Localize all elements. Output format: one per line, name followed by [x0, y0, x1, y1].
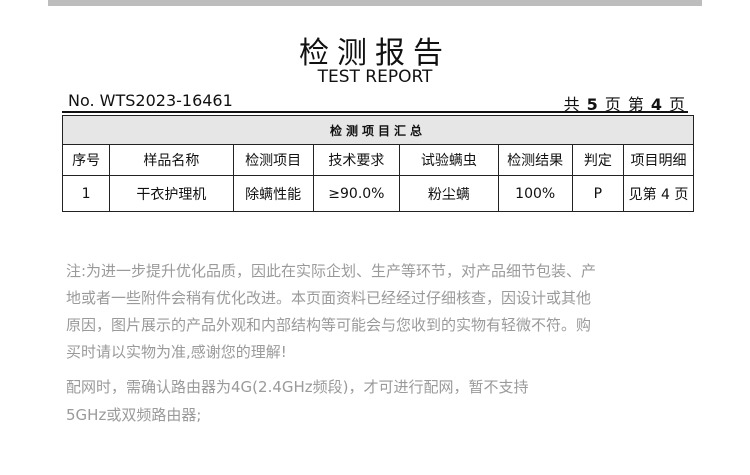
disclaimer-note: 注:为进一步提升优化品质，因此在实际企划、生产等环节，对产品细节包装、产 地或者…	[66, 258, 692, 366]
note-line: 原因，图片展示的产品外观和内部结构等可能会与您收到的实物有轻微不符。购	[66, 316, 592, 334]
column-header: 试验螨虫	[399, 144, 499, 176]
test-summary-table: 检测项目汇总 序号 样品名称 检测项目 技术要求 试验螨虫 检测结果 判定 项目…	[61, 115, 694, 212]
table-cell: 粉尘螨	[399, 175, 499, 212]
header-rule	[62, 111, 688, 113]
column-header: 序号	[61, 144, 111, 176]
table-cell: 1	[61, 175, 111, 212]
column-header: 技术要求	[312, 144, 401, 176]
note-line: 配网时，需确认路由器为4G(2.4GHz频段)，才可进行配网，暂不支持	[66, 378, 529, 396]
report-title-english: TEST REPORT	[317, 67, 433, 87]
summary-title: 检测项目汇总	[62, 115, 694, 145]
note-line: 注:为进一步提升优化品质，因此在实际企划、生产等环节，对产品细节包装、产	[66, 262, 597, 280]
note-line: 5GHz或双频路由器;	[66, 406, 202, 424]
column-header: 判定	[571, 144, 625, 176]
column-header: 检测项目	[232, 144, 314, 176]
top-divider-bar	[48, 0, 702, 6]
column-header: 检测结果	[497, 144, 573, 176]
network-setup-note: 配网时，需确认路由器为4G(2.4GHz频段)，才可进行配网，暂不支持 5GHz…	[66, 373, 692, 429]
table-cell: 见第 4 页	[623, 175, 694, 212]
table-cell: 干衣护理机	[109, 175, 234, 212]
column-header: 样品名称	[109, 144, 234, 176]
note-line: 地或者一些附件会稍有优化改进。本页面资料已经经过仔细核查，因设计或其他	[66, 289, 592, 307]
table-header-row: 序号 样品名称 检测项目 技术要求 试验螨虫 检测结果 判定 项目明细	[61, 144, 694, 176]
report-title-chinese: 检测报告	[299, 36, 451, 71]
table-cell: P	[571, 175, 625, 212]
table-cell: 100%	[497, 175, 573, 212]
column-header: 项目明细	[623, 144, 694, 176]
report-number: No. WTS2023-16461	[68, 91, 233, 110]
table-row: 1 干衣护理机 除螨性能 ≥90.0% 粉尘螨 100% P 见第 4 页	[61, 175, 694, 212]
table-cell: 除螨性能	[232, 175, 314, 212]
table-cell: ≥90.0%	[312, 175, 401, 212]
note-line: 买时请以实物为准,感谢您的理解!	[66, 343, 287, 361]
